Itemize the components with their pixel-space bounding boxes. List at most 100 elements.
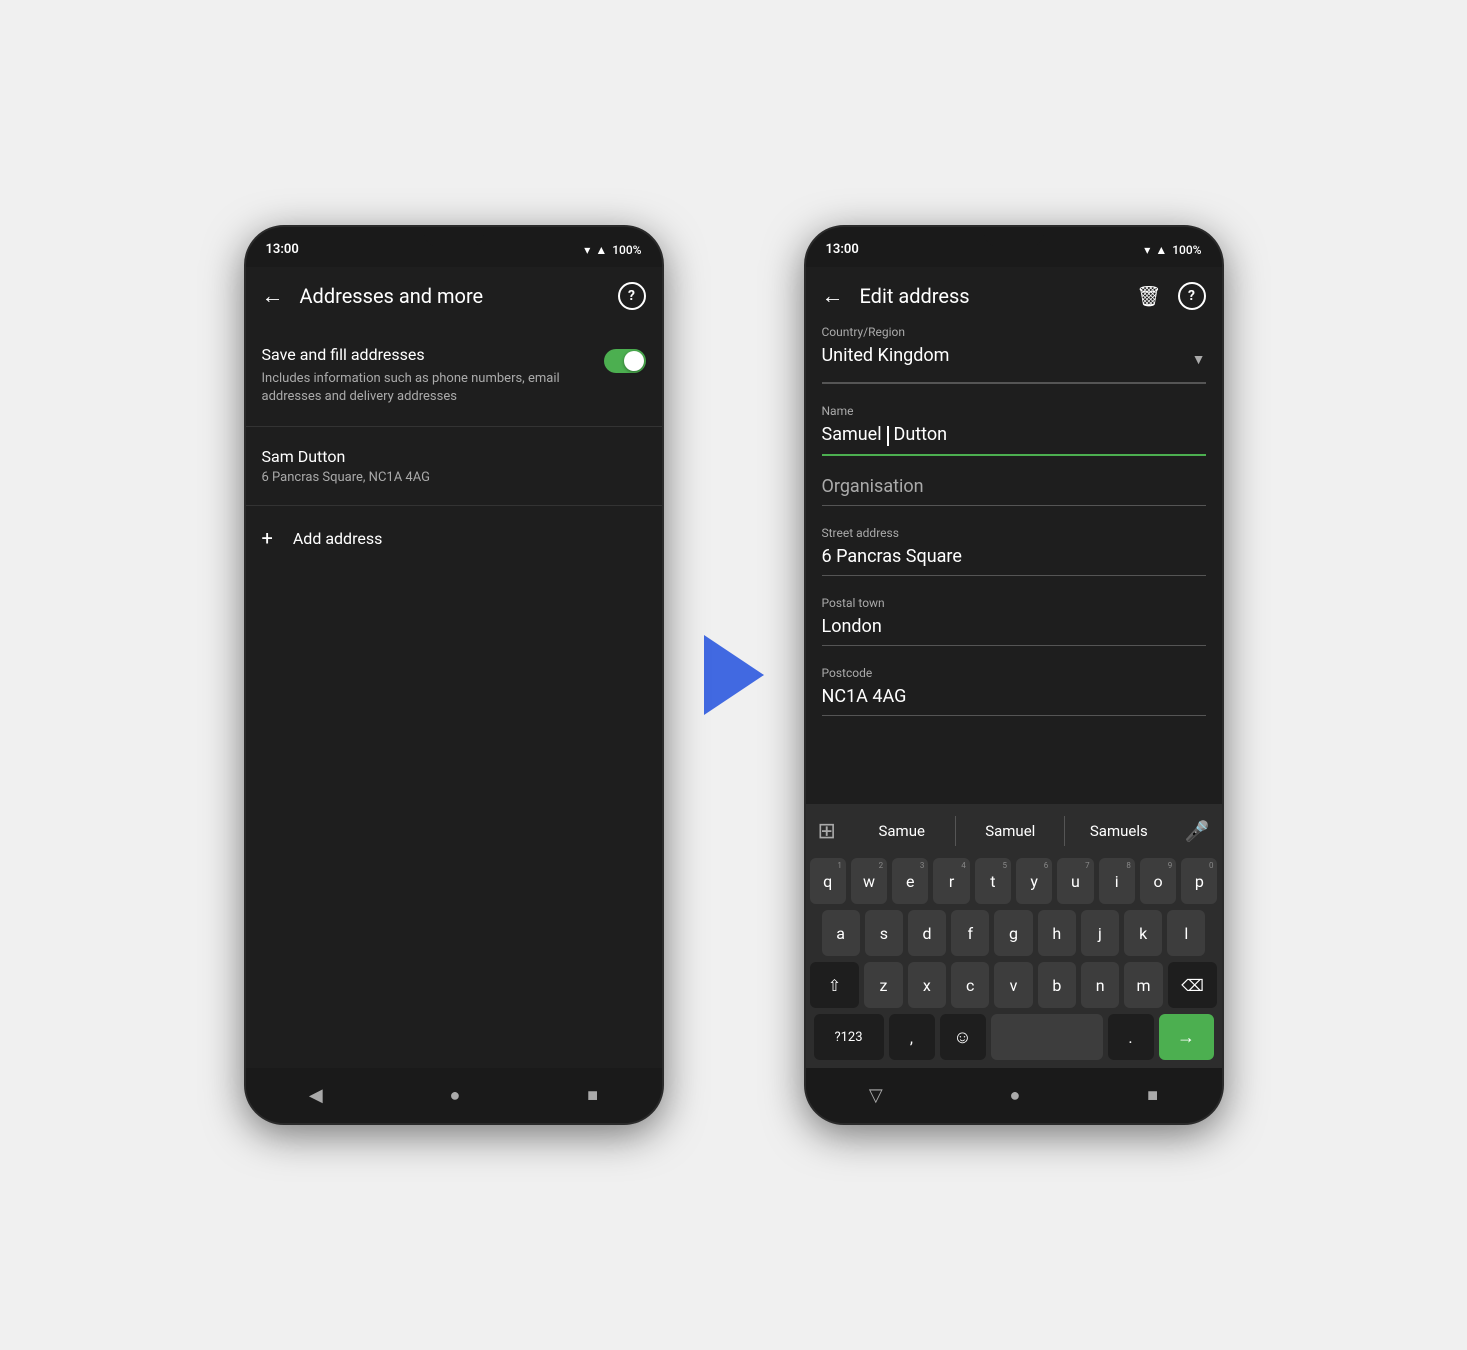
key-n[interactable]: n [1081,962,1119,1008]
org-input[interactable]: Organisation [822,476,1206,506]
shift-key[interactable]: ⇧ [810,962,860,1008]
help-button-1[interactable]: ? [618,282,646,310]
battery-icon-1: 100% [612,243,641,257]
mic-button[interactable]: 🎤 [1185,819,1210,843]
back-button-1[interactable]: ← [262,283,284,309]
help-button-2[interactable]: ? [1178,282,1206,310]
name-label: Name [822,404,1206,418]
street-field-group: Street address 6 Pancras Square [822,526,1206,576]
status-icons-1: ▾ ▲ 100% [584,243,641,257]
toggle-switch[interactable] [604,349,646,373]
postcode-input[interactable]: NC1A 4AG [822,686,1206,716]
backspace-key[interactable]: ⌫ [1168,962,1218,1008]
address-item[interactable]: Sam Dutton 6 Pancras Square, NC1A 4AG [246,427,662,506]
name-input-row[interactable]: Samuel Dutton [822,424,1206,456]
nav-back-1[interactable]: ◀ [309,1085,323,1106]
address-detail: 6 Pancras Square, NC1A 4AG [262,470,646,485]
nav-home-2[interactable]: ● [1010,1085,1021,1106]
add-address-row[interactable]: + Add address [246,506,662,570]
bottom-key-row: ?123 , ☺ . → [810,1014,1218,1060]
key-q[interactable]: q1 [810,858,846,904]
country-input-row[interactable]: United Kingdom ▼ [822,345,1206,383]
wifi-icon-1: ▾ [584,243,590,257]
address-name: Sam Dutton [262,447,646,466]
key-h[interactable]: h [1038,910,1076,956]
key-v[interactable]: v [994,962,1032,1008]
arrow-between [704,635,764,715]
top-bar-1: ← Addresses and more ? [246,267,662,325]
country-field-group: Country/Region United Kingdom ▼ [822,325,1206,384]
key-z[interactable]: z [864,962,902,1008]
street-input[interactable]: 6 Pancras Square [822,546,1206,576]
top-bar-2: ← Edit address 🗑 ? [806,267,1222,325]
key-x[interactable]: x [908,962,946,1008]
battery-icon-2: 100% [1172,243,1201,257]
key-i[interactable]: i8 [1099,858,1135,904]
nav-recent-1[interactable]: ■ [587,1085,598,1106]
num-sym-key[interactable]: ?123 [814,1014,884,1060]
notch-2 [984,227,1044,247]
country-label: Country/Region [822,325,1206,339]
key-y[interactable]: y6 [1016,858,1052,904]
keyboard-layout-icon[interactable]: ⊞ [818,819,836,844]
key-r[interactable]: r4 [933,858,969,904]
key-t[interactable]: t5 [975,858,1011,904]
wifi-icon-2: ▾ [1144,243,1150,257]
signal-icon-1: ▲ [595,243,607,257]
spacebar[interactable] [991,1014,1103,1060]
key-k[interactable]: k [1124,910,1162,956]
next-arrow [704,635,764,715]
edit-scroll: Country/Region United Kingdom ▼ Name Sam… [806,325,1222,804]
nav-home-1[interactable]: ● [450,1085,461,1106]
toggle-knob [624,351,644,371]
key-j[interactable]: j [1081,910,1119,956]
country-dropdown-icon[interactable]: ▼ [1192,351,1206,368]
key-d[interactable]: d [908,910,946,956]
key-p[interactable]: p0 [1181,858,1217,904]
key-c[interactable]: c [951,962,989,1008]
key-a[interactable]: a [822,910,860,956]
postcode-label: Postcode [822,666,1206,680]
emoji-key[interactable]: ☺ [940,1014,986,1060]
org-field-group: Organisation [822,476,1206,506]
time-1: 13:00 [266,242,299,257]
nav-recent-2[interactable]: ■ [1147,1085,1158,1106]
key-s[interactable]: s [865,910,903,956]
postal-input[interactable]: London [822,616,1206,646]
org-label-placeholder: Organisation [822,476,924,497]
page-title-1: Addresses and more [300,284,602,308]
key-o[interactable]: o9 [1140,858,1176,904]
page-title-2: Edit address [860,284,1121,308]
key-w[interactable]: w2 [851,858,887,904]
key-l[interactable]: l [1167,910,1205,956]
name-after-cursor: Dutton [894,424,948,445]
key-g[interactable]: g [994,910,1032,956]
suggestion-2[interactable]: Samuel [955,816,1064,846]
nav-back-2[interactable]: ▽ [869,1085,883,1106]
period-key[interactable]: . [1108,1014,1154,1060]
key-u[interactable]: u7 [1057,858,1093,904]
delete-button[interactable]: 🗑 [1136,284,1161,308]
postcode-value: NC1A 4AG [822,686,907,707]
screen-1: ← Addresses and more ? Save and fill add… [246,267,662,1068]
suggestion-1[interactable]: Samue [848,816,956,846]
phone-edit-address: 13:00 ▾ ▲ 100% ← Edit address 🗑 ? [804,225,1224,1125]
name-field-group: Name Samuel Dutton [822,404,1206,456]
key-row-2: a s d f g h j k l [810,910,1218,956]
key-e[interactable]: e3 [892,858,928,904]
key-f[interactable]: f [951,910,989,956]
back-button-2[interactable]: ← [822,283,844,309]
suggestion-3[interactable]: Samuels [1064,816,1173,846]
enter-key[interactable]: → [1159,1014,1214,1060]
country-value: United Kingdom [822,345,1192,374]
key-row-3: ⇧ z x c v b n m ⌫ [810,962,1218,1008]
key-m[interactable]: m [1124,962,1162,1008]
street-label: Street address [822,526,1206,540]
notch [424,227,484,247]
postal-label: Postal town [822,596,1206,610]
screen-2: ← Edit address 🗑 ? Country/Region United… [806,267,1222,1068]
key-b[interactable]: b [1038,962,1076,1008]
toggle-section: Save and fill addresses Includes informa… [246,325,662,427]
comma-key[interactable]: , [889,1014,935,1060]
add-icon: + [262,526,273,550]
